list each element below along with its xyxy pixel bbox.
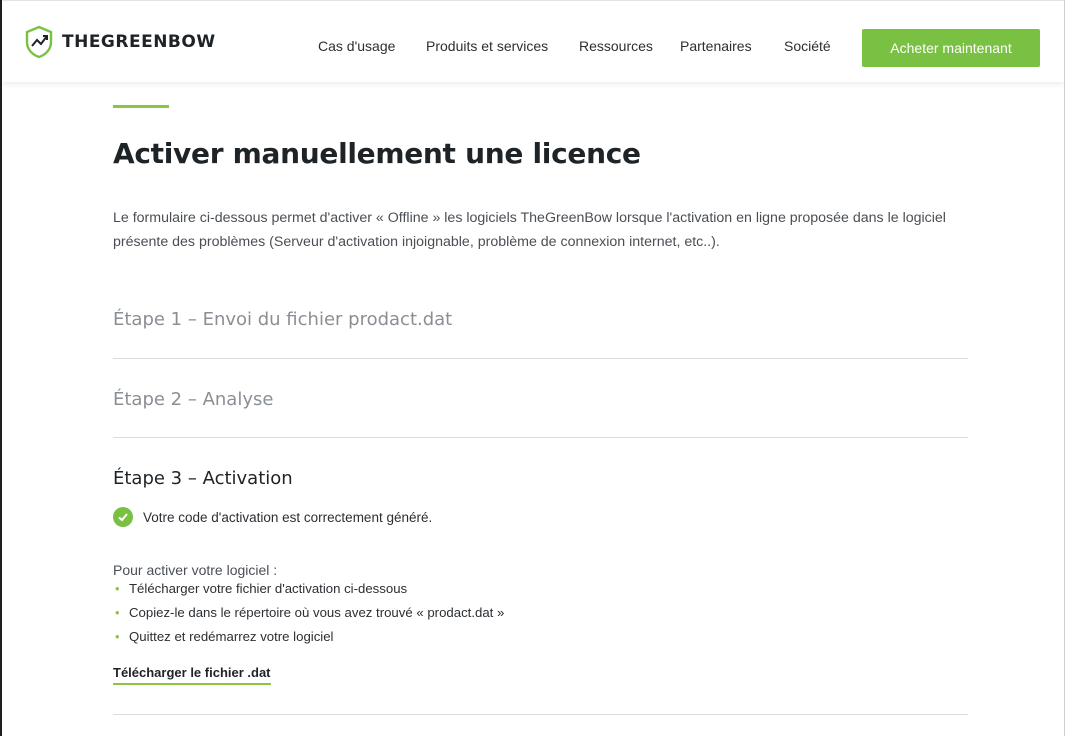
list-item: Copiez-le dans le répertoire où vous ave…: [113, 602, 504, 626]
divider: [113, 714, 968, 715]
divider: [113, 358, 968, 359]
logo-text: THEGREENBOW: [62, 32, 216, 52]
shield-logo-icon: [25, 25, 53, 59]
nav-item-societe[interactable]: Société: [784, 38, 831, 54]
nav-item-cas-usage[interactable]: Cas d'usage: [318, 38, 395, 54]
success-text: Votre code d'activation est correctement…: [143, 509, 433, 525]
list-item: Quittez et redémarrez votre logiciel: [113, 626, 504, 650]
title-accent-bar: [113, 105, 169, 108]
step-3-title: Étape 3 – Activation: [113, 468, 293, 489]
page: THEGREENBOW Cas d'usage Produits et serv…: [0, 0, 1065, 736]
step-1-title[interactable]: Étape 1 – Envoi du fichier prodact.dat: [113, 309, 452, 330]
intro-paragraph: Le formulaire ci-dessous permet d'active…: [113, 210, 946, 250]
instructions-title: Pour activer votre logiciel :: [113, 562, 278, 578]
download-dat-link[interactable]: Télécharger le fichier .dat: [113, 665, 271, 685]
logo[interactable]: THEGREENBOW: [24, 25, 216, 59]
nav-item-produits[interactable]: Produits et services: [426, 38, 548, 54]
buy-now-button[interactable]: Acheter maintenant: [862, 29, 1040, 67]
nav-item-ressources[interactable]: Ressources: [579, 38, 653, 54]
instructions-list: Télécharger votre fichier d'activation c…: [113, 578, 504, 650]
nav-item-partenaires[interactable]: Partenaires: [680, 38, 752, 54]
site-header: THEGREENBOW Cas d'usage Produits et serv…: [2, 0, 1064, 82]
page-title: Activer manuellement une licence: [113, 137, 641, 170]
divider: [113, 437, 968, 438]
success-message: Votre code d'activation est correctement…: [113, 507, 432, 527]
step-2-title[interactable]: Étape 2 – Analyse: [113, 389, 273, 410]
list-item: Télécharger votre fichier d'activation c…: [113, 578, 504, 602]
check-circle-icon: [113, 507, 133, 527]
